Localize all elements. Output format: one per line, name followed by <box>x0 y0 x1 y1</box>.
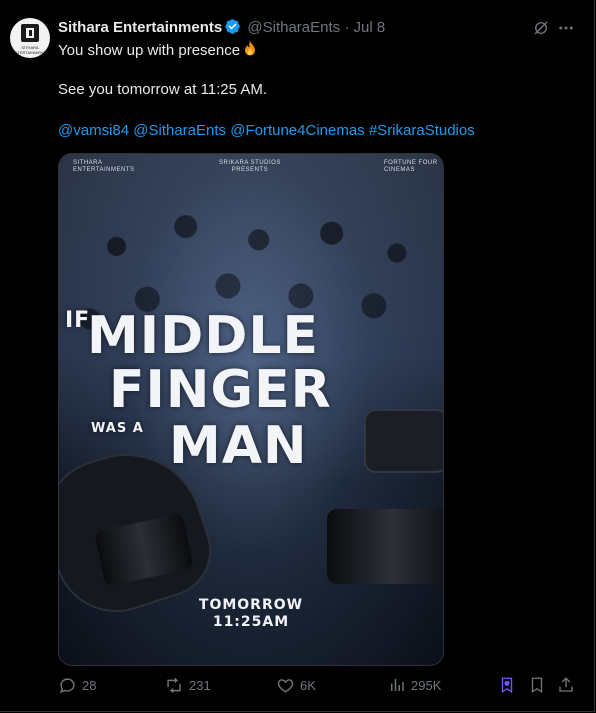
separator-dot: · <box>344 19 350 36</box>
like-button[interactable]: 6K <box>276 676 316 695</box>
avatar-caption: SITHARA ENTERTAINMENTS <box>11 45 49 55</box>
sithara-logo-icon <box>21 24 39 42</box>
tweet-action-bar: 28 231 6K 295K <box>58 676 578 698</box>
views-chart-icon <box>388 676 406 694</box>
mention-vamsi84[interactable]: @vamsi84 <box>58 122 129 139</box>
poster-title-finger: FINGER <box>109 360 332 420</box>
tweet-text-line2: See you tomorrow at 11:25 AM. <box>58 81 267 98</box>
more-options-icon[interactable] <box>556 19 576 42</box>
poster-title-man: MAN <box>169 416 308 476</box>
tweet-card[interactable]: SITHARA ENTERTAINMENTS Sithara Entertain… <box>0 0 595 712</box>
views-count: 295K <box>411 677 442 693</box>
share-button[interactable] <box>557 676 575 694</box>
poster-logo-srikara: SRIKARA STUDIOS PRESENTS <box>219 160 281 173</box>
camera-right-top-illustration <box>364 409 443 473</box>
tweet-media-poster[interactable]: SITHARA ENTERTAINMENTS SRIKARA STUDIOS P… <box>58 153 444 666</box>
poster-title-middle: MIDDLE <box>87 306 320 366</box>
like-count: 6K <box>300 678 316 693</box>
grok-icon[interactable] <box>532 19 550 42</box>
bookmark-button[interactable] <box>528 676 546 694</box>
poster-title-was-a: WAS A <box>91 421 144 436</box>
tweet-date[interactable]: Jul 8 <box>354 19 386 36</box>
views-button[interactable]: 295K <box>388 676 441 694</box>
poster-logo-fortune: FORTUNE FOUR CINEMAS <box>384 160 438 173</box>
author-handle[interactable]: @SitharaEnts <box>247 19 340 36</box>
fire-emoji-icon <box>242 40 258 63</box>
avatar[interactable]: SITHARA ENTERTAINMENTS <box>10 18 50 58</box>
repost-button[interactable]: 231 <box>164 676 211 695</box>
tweet-text-line1: You show up with presence <box>58 40 258 63</box>
poster-time-text: 11:25AM <box>212 614 290 630</box>
bookmark-icon <box>528 676 546 694</box>
mention-fortune4cinemas[interactable]: @Fortune4Cinemas <box>230 122 364 139</box>
grok-bookmark-button[interactable] <box>498 676 516 694</box>
poster-logo-sithara: SITHARA ENTERTAINMENTS <box>73 160 135 173</box>
verified-badge-icon <box>224 18 241 41</box>
tweet-header: Sithara Entertainments @SitharaEnts · Ju… <box>58 18 385 41</box>
camera-right-illustration <box>327 509 443 584</box>
reply-button[interactable]: 28 <box>58 676 96 695</box>
tweet-text-presence: You show up with presence <box>58 42 241 59</box>
reply-icon <box>58 676 77 695</box>
bookmark-heart-icon <box>498 676 516 694</box>
heart-icon <box>276 676 295 695</box>
repost-icon <box>164 676 184 695</box>
mention-sitharaents[interactable]: @SitharaEnts <box>133 122 226 139</box>
tweet-links: @vamsi84 @SitharaEnts @Fortune4Cinemas #… <box>58 121 475 141</box>
repost-count: 231 <box>189 678 211 693</box>
author-name[interactable]: Sithara Entertainments <box>58 19 222 36</box>
share-icon <box>557 676 575 694</box>
poster-tomorrow-text: TOMORROW <box>198 597 304 613</box>
reply-count: 28 <box>82 678 97 693</box>
hashtag-srikarastudios[interactable]: #SrikaraStudios <box>369 122 475 139</box>
